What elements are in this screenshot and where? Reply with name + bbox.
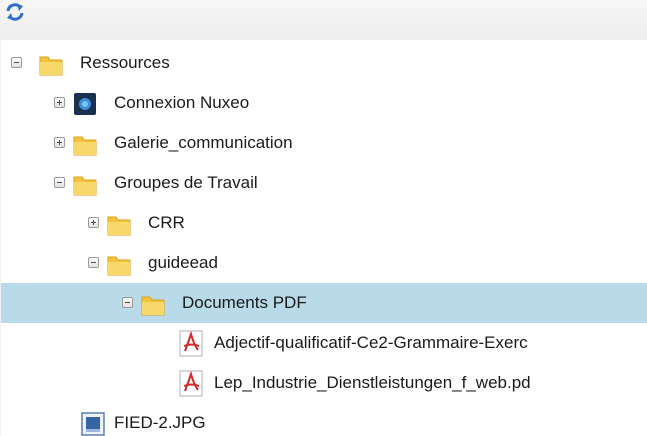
folder-icon	[107, 216, 131, 236]
folder-icon	[73, 136, 97, 156]
tree-item-label: guideead	[148, 253, 218, 272]
tree-item-pdf-lep-industrie[interactable]: Lep_Industrie_Dienstleistungen_f_web.pd	[1, 363, 647, 403]
tree-item-label: Lep_Industrie_Dienstleistungen_f_web.pd	[214, 373, 531, 392]
nuxeo-icon	[74, 93, 96, 115]
tree-item-label: Ressources	[80, 53, 170, 72]
collapse-toggle-icon[interactable]	[54, 177, 65, 188]
tree-item-galerie-communication[interactable]: Galerie_communication	[1, 123, 647, 163]
tree-item-ressources[interactable]: Ressources	[1, 43, 647, 83]
collapse-toggle-icon[interactable]	[88, 257, 99, 268]
tree-item-label: Galerie_communication	[114, 133, 293, 152]
folder-icon	[107, 256, 131, 276]
folder-icon	[141, 296, 165, 316]
tree-item-label: Adjectif-qualificatif-Ce2-Grammaire-Exer…	[214, 333, 528, 352]
tree-item-crr[interactable]: CRR	[1, 203, 647, 243]
collapse-toggle-icon[interactable]	[122, 297, 133, 308]
resource-tree: Ressources Connexion Nuxeo Galerie_commu…	[0, 40, 647, 436]
pdf-icon	[179, 370, 203, 397]
collapse-toggle-icon[interactable]	[11, 57, 22, 68]
expand-toggle-icon[interactable]	[54, 97, 65, 108]
tree-item-connexion-nuxeo[interactable]: Connexion Nuxeo	[1, 83, 647, 123]
tree-item-label: Groupes de Travail	[114, 173, 258, 192]
expand-toggle-icon[interactable]	[88, 217, 99, 228]
tree-toolbar	[0, 0, 647, 40]
refresh-icon[interactable]	[5, 2, 25, 22]
tree-item-pdf-adjectif[interactable]: Adjectif-qualificatif-Ce2-Grammaire-Exer…	[1, 323, 647, 363]
tree-item-documents-pdf[interactable]: Documents PDF	[1, 283, 647, 323]
expand-toggle-icon[interactable]	[54, 137, 65, 148]
tree-item-label: CRR	[148, 213, 185, 232]
folder-icon	[39, 56, 63, 76]
pdf-icon	[179, 330, 203, 357]
tree-item-fied-2-jpg[interactable]: FIED-2.JPG	[1, 403, 647, 436]
tree-item-label: Connexion Nuxeo	[114, 93, 250, 112]
folder-icon	[73, 176, 97, 196]
tree-item-groupes-de-travail[interactable]: Groupes de Travail	[1, 163, 647, 203]
tree-item-label: FIED-2.JPG	[114, 413, 206, 432]
tree-item-label: Documents PDF	[182, 293, 307, 312]
tree-item-guideead[interactable]: guideead	[1, 243, 647, 283]
image-file-icon	[81, 412, 105, 436]
